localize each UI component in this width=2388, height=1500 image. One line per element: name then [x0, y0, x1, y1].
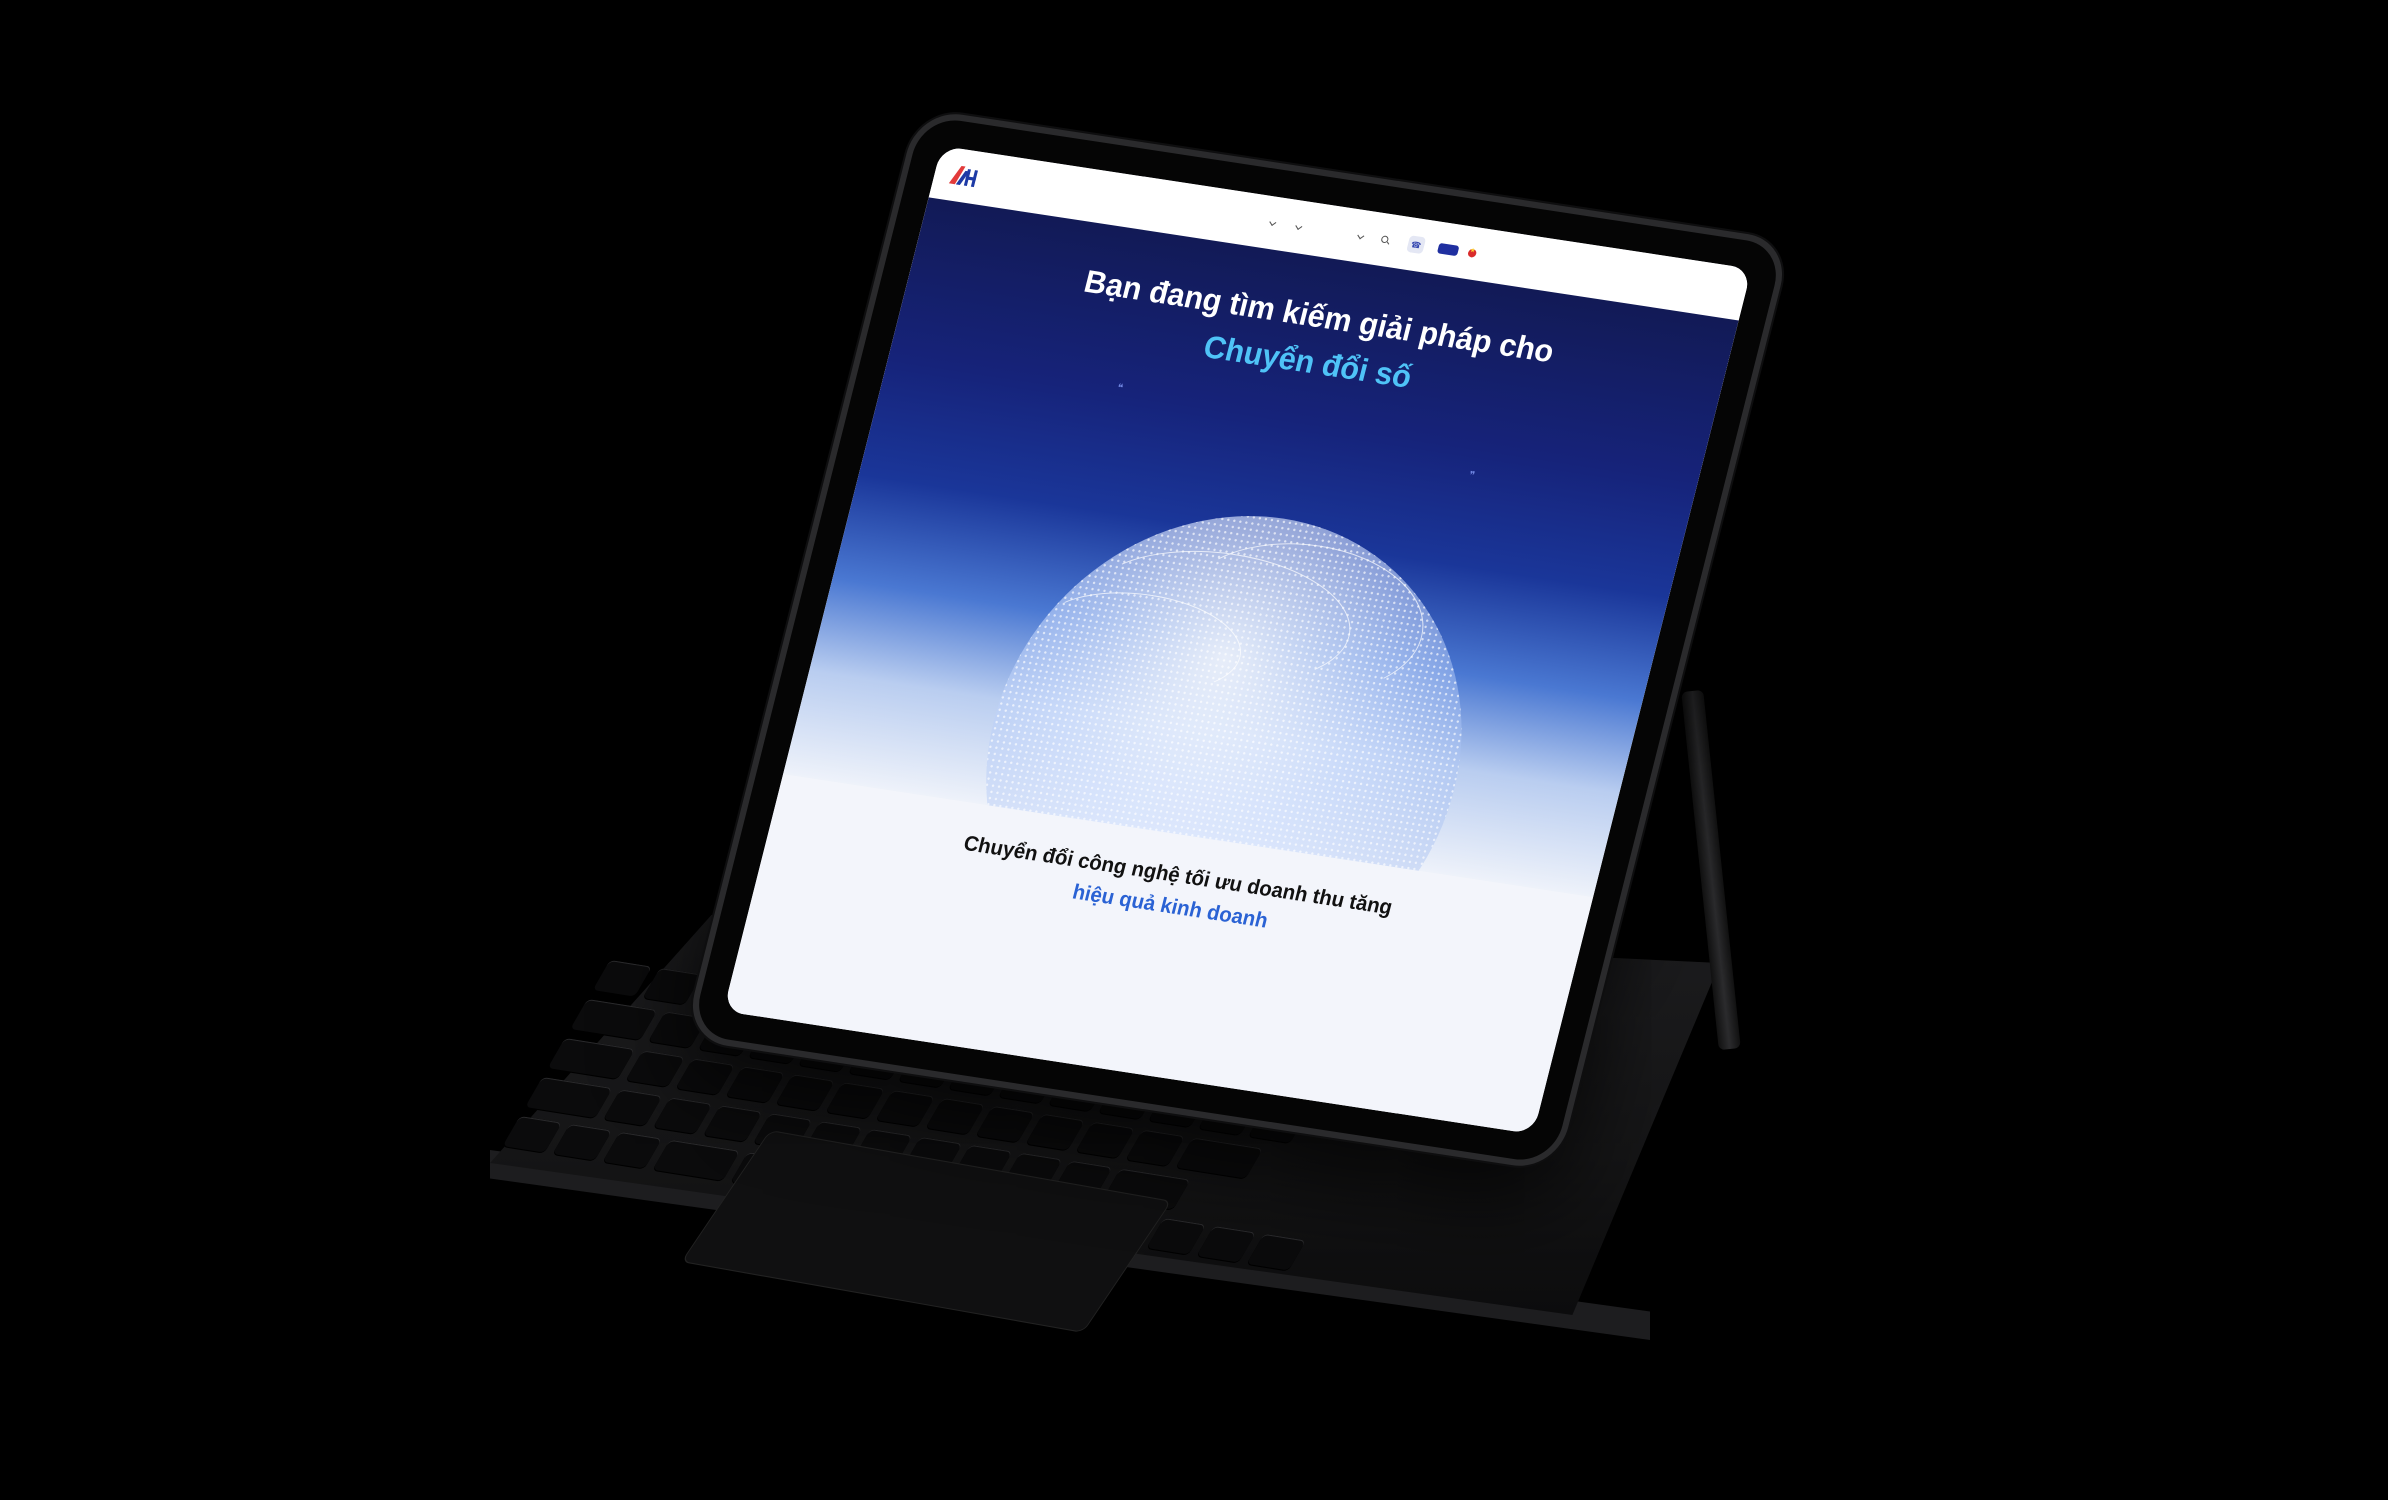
vietnam-flag-icon	[1467, 248, 1478, 258]
nav-item-3[interactable]	[1293, 222, 1303, 230]
search-icon[interactable]	[1380, 235, 1391, 246]
main-nav	[1248, 215, 1391, 246]
phone-icon: ☎	[1406, 235, 1427, 255]
quote-open-icon: ❝	[1115, 382, 1125, 395]
quote-close-icon: ❞	[1467, 470, 1476, 483]
chevron-down-icon	[1295, 222, 1303, 230]
chevron-down-icon	[1357, 231, 1365, 239]
contact-button[interactable]	[1436, 242, 1460, 257]
nav-item-6[interactable]	[1355, 231, 1365, 239]
hero-section: Bạn đang tìm kiếm giải pháp cho Chuyển đ…	[783, 197, 1739, 1028]
language-switcher[interactable]	[1467, 248, 1480, 258]
hotline[interactable]: ☎	[1406, 235, 1430, 255]
logo-mark-icon	[946, 162, 982, 189]
tablet-screen: ☎ Bạn đang tìm kiếm giải pháp cho Chuyển…	[723, 145, 1752, 1135]
nav-item-2[interactable]	[1267, 218, 1277, 226]
chevron-down-icon	[1269, 218, 1277, 226]
mockup-scene: ☎ Bạn đang tìm kiếm giải pháp cho Chuyển…	[0, 0, 2388, 1500]
logo[interactable]	[946, 162, 1102, 207]
